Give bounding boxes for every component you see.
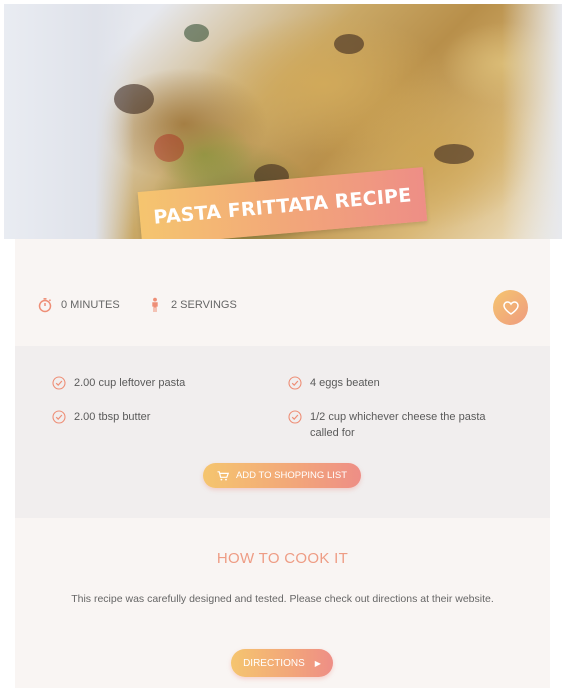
directions-label: DIRECTIONS <box>243 657 305 669</box>
ingredient-item[interactable]: 4 eggs beaten <box>288 375 510 391</box>
hero-plate-shade-right <box>502 4 562 239</box>
hero-detail <box>184 24 209 42</box>
play-arrow-icon: ▶ <box>314 658 321 668</box>
check-circle-icon <box>288 376 302 390</box>
time-info: 0 MINUTES <box>37 297 120 313</box>
hero-detail <box>434 144 474 164</box>
check-circle-icon <box>288 410 302 424</box>
ingredient-item[interactable]: 2.00 tbsp butter <box>52 409 264 425</box>
servings-label: 2 SERVINGS <box>171 299 237 311</box>
stopwatch-icon <box>38 298 52 313</box>
hero-detail <box>154 134 184 162</box>
hero-detail <box>114 84 154 114</box>
ingredient-text: 1/2 cup whichever cheese the pasta calle… <box>310 411 486 439</box>
recipe-meta-bar: 0 MINUTES 2 SERVINGS <box>15 239 550 346</box>
ingredient-item[interactable]: 1/2 cup whichever cheese the pasta calle… <box>288 409 500 441</box>
ingredients-section: 2.00 cup leftover pasta 4 eggs beaten 2.… <box>15 346 550 518</box>
recipe-title: PASTA FRITTATA RECIPE <box>152 184 413 229</box>
add-to-shopping-list-button[interactable]: ADD TO SHOPPING LIST <box>203 463 361 488</box>
check-circle-icon <box>52 376 66 390</box>
servings-info: 2 SERVINGS <box>147 297 237 313</box>
ingredient-item[interactable]: 2.00 cup leftover pasta <box>52 375 264 391</box>
ingredient-text: 2.00 cup leftover pasta <box>74 377 186 389</box>
hero-plate-shade <box>4 4 134 239</box>
person-icon <box>152 297 158 312</box>
ingredient-text: 4 eggs beaten <box>310 377 380 389</box>
cart-icon <box>217 470 229 480</box>
recipe-card: PASTA FRITTATA RECIPE 0 MINUTES 2 SERVIN… <box>0 0 567 688</box>
directions-button[interactable]: DIRECTIONS ▶ <box>231 649 333 677</box>
how-to-cook-section: HOW TO COOK IT This recipe was carefully… <box>15 518 550 688</box>
time-label: 0 MINUTES <box>61 299 120 311</box>
favorite-button[interactable] <box>493 290 528 325</box>
ingredient-text: 2.00 tbsp butter <box>74 411 151 423</box>
shopping-list-label: ADD TO SHOPPING LIST <box>235 470 348 481</box>
hero-detail <box>334 34 364 54</box>
check-circle-icon <box>52 410 66 424</box>
how-to-cook-heading: HOW TO COOK IT <box>216 550 349 567</box>
heart-icon <box>502 300 519 315</box>
how-to-cook-text: This recipe was carefully designed and t… <box>71 593 494 605</box>
